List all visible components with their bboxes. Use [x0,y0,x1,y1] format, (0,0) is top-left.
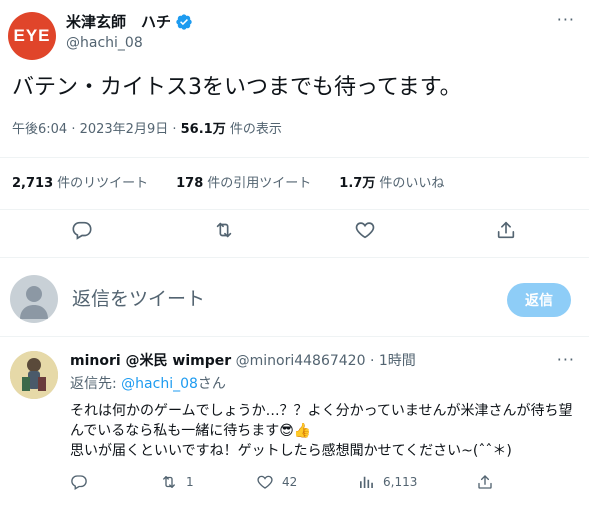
reply-button[interactable]: 返信 [507,283,571,317]
quote-stat-label: 件の引用ツイート [207,176,312,191]
reply-retweet-action[interactable]: 1 [160,473,194,491]
reply-reply-action[interactable] [70,473,88,491]
reply-to-suffix: さん [197,376,226,392]
retweet-count: 2,713 [12,176,54,191]
retweet-stat[interactable]: 2,713 件のリツイート [12,175,148,193]
tweet-stats: 2,713 件のリツイート 178 件の引用ツイート 1.7万 件のいいね [12,175,444,193]
reply-like-action[interactable]: 42 [256,473,297,491]
like-count: 1.7万 [339,176,376,191]
share-icon [476,473,494,491]
reply-views-count: 6,113 [383,475,418,489]
reply-views-action[interactable]: 6,113 [357,473,417,491]
like-icon[interactable] [351,216,379,244]
reply-author-name[interactable]: minori @米民 wimper [70,353,231,369]
reply-share-action[interactable] [476,473,494,491]
quote-stat[interactable]: 178 件の引用ツイート [176,175,311,193]
like-icon [256,473,274,491]
tweet-views-count: 56.1万 [180,122,226,137]
quote-count: 178 [176,176,204,191]
reply-input[interactable]: 返信をツイート [72,287,205,311]
reply-retweet-count: 1 [186,475,194,489]
author-name[interactable]: 米津玄師 ハチ [66,12,171,32]
author-name-row[interactable]: 米津玄師 ハチ [66,12,193,32]
reply-handle-time[interactable]: @minori44867420 · 1時間 [231,353,416,369]
reply-icon[interactable] [68,216,96,244]
tweet-actions [0,216,589,246]
retweet-icon[interactable] [210,216,238,244]
divider [0,157,589,158]
tweet-meta: 午後6:04 · 2023年2月9日 · 56.1万 件の表示 [12,121,282,139]
reply-actions: 1 42 6,113 [70,473,570,497]
reply-text-line: 思いが届くといいですね！ゲットしたら感想聞かせてください~(ˆˆ＊) [70,443,512,459]
divider [0,209,589,210]
divider [0,257,589,258]
author-handle[interactable]: @hachi_08 [66,34,143,52]
author-avatar[interactable]: EYE [8,12,56,60]
retweet-stat-label: 件のリツイート [57,176,149,191]
retweet-icon [160,473,178,491]
verified-badge-icon [175,13,193,31]
reply-to-link[interactable]: @hachi_08 [121,376,198,392]
reply-to-prefix: 返信先: [70,376,122,392]
like-stat-label: 件のいいね [379,176,445,191]
tweet-timestamp[interactable]: 午後6:04 · 2023年2月9日 · [12,122,181,137]
tweet-text: バテン・カイトス3をいつまでも待ってます。 [12,75,462,100]
default-avatar[interactable] [10,275,58,323]
reply-to-line: 返信先: @hachi_08さん [70,375,226,394]
views-icon [357,473,375,491]
reply-more-icon[interactable]: ··· [557,350,575,369]
reply-text: それは何かのゲームでしょうか…？？よく分かっていませんが米津さんが待ち望んでいる… [70,401,575,461]
tweet-views-label: 件の表示 [225,122,282,137]
share-icon[interactable] [492,216,520,244]
reply-text-line: それは何かのゲームでしょうか…？？よく分かっていませんが米津さんが待ち望んでいる… [70,403,573,439]
reply-icon [70,473,88,491]
like-stat[interactable]: 1.7万 件のいいね [339,175,444,193]
more-icon[interactable]: ··· [557,10,575,29]
reply-author-avatar[interactable] [10,351,58,399]
reply-like-count: 42 [282,475,298,489]
avatar-logo-text: EYE [13,26,51,45]
reply-header: minori @米民 wimper @minori44867420 · 1時間 [70,352,416,371]
divider [0,336,589,337]
